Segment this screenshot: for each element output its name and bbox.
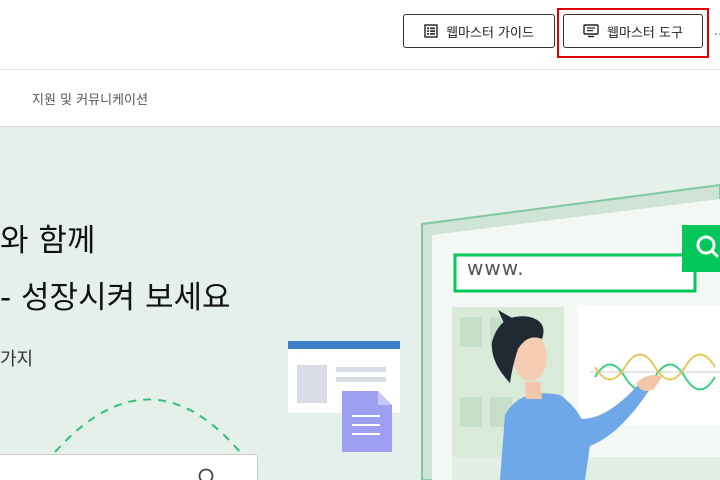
webmaster-guide-label: 웹마스터 가이드 [446,25,534,41]
highlight-box [557,8,709,58]
doc-card-header [288,341,400,349]
dashed-arc [54,398,241,453]
hero-illustration [54,183,720,480]
doc-card-thumb [297,365,327,403]
webmaster-guide-button[interactable]: 웹마스터 가이드 [403,14,555,48]
sub-navigation: 지원 및 커뮤니케이션 [0,70,720,127]
nav-item-support-communication[interactable]: 지원 및 커뮤니케이션 [32,89,148,108]
hero-section: 와 함께 - 성장시켜 보세요 가지 www. [0,127,720,480]
content-block [460,317,482,347]
search-icon[interactable] [197,467,219,480]
url-text: www. [467,256,525,280]
doc-card-line [336,377,386,382]
person-neck [525,382,542,399]
chart-card [578,305,720,425]
doc-card-line [336,367,386,372]
hero-search-input[interactable] [0,454,258,480]
top-header: 웹마스터 가이드 웹마스터 도구 … [0,0,720,70]
truncated-header-item[interactable]: … [714,24,720,38]
content-block [460,397,482,427]
list-doc-icon [424,24,438,38]
